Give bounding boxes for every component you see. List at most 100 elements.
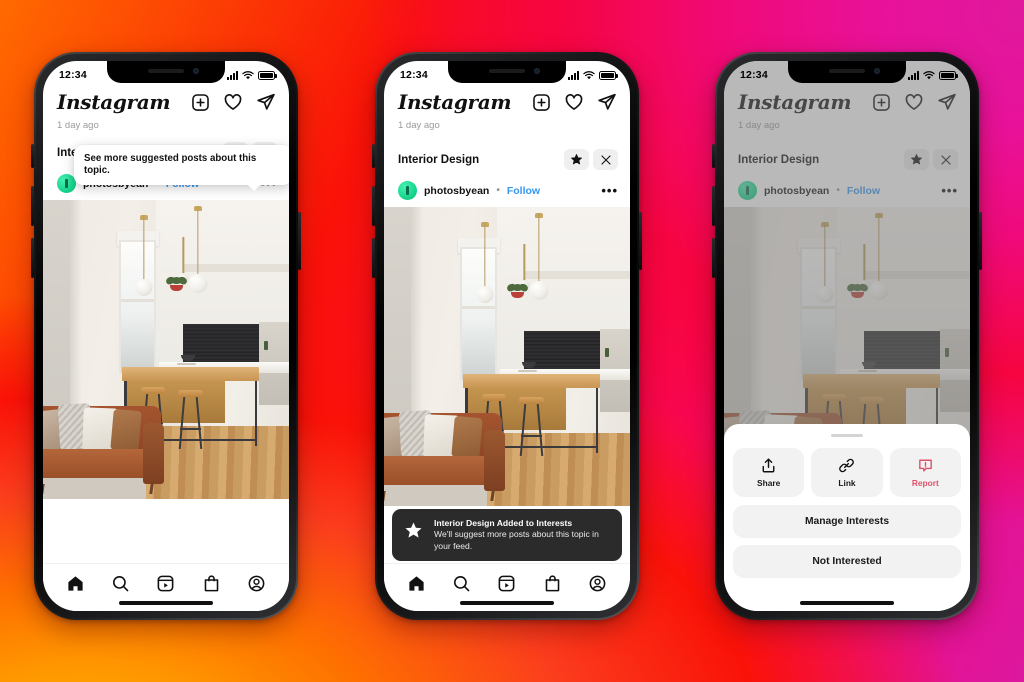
nav-home-icon[interactable] [407, 574, 426, 593]
interest-actions [564, 149, 618, 170]
silent-switch[interactable] [712, 144, 715, 168]
front-camera [534, 68, 540, 74]
volume-up-button[interactable] [712, 186, 715, 226]
signal-bars-icon [227, 70, 238, 80]
follow-button[interactable]: Follow [507, 185, 540, 197]
action-tiles: Share Link Report [733, 448, 961, 497]
header-actions [532, 92, 617, 112]
status-time: 12:34 [740, 69, 768, 81]
volume-up-button[interactable] [31, 186, 34, 226]
avatar[interactable] [398, 181, 417, 200]
home-indicator[interactable] [119, 601, 213, 605]
earpiece-speaker [148, 69, 184, 73]
nav-profile-icon[interactable] [588, 574, 607, 593]
phone-mockup-action-sheet: 12:34 Instagram [712, 52, 982, 620]
screenshot-stage: 12:34 Instagram 1 day ago See more sugge… [0, 0, 1024, 682]
phone-screen: 12:34 Instagram [724, 61, 970, 611]
toast-title: Interior Design Added to Interests [434, 517, 573, 528]
toast-text: Interior Design Added to Interests We'll… [434, 518, 611, 552]
power-button[interactable] [639, 212, 642, 270]
link-tile-label: Link [838, 478, 856, 488]
more-options-icon[interactable]: ••• [601, 184, 618, 197]
app-header: Instagram [384, 87, 630, 120]
share-tile-label: Share [757, 478, 781, 488]
post-image[interactable] [384, 207, 630, 513]
report-tile[interactable]: Report [889, 448, 961, 497]
new-post-icon[interactable] [532, 93, 551, 112]
battery-icon [599, 70, 618, 80]
silent-switch[interactable] [31, 144, 34, 168]
drag-handle[interactable] [831, 433, 863, 437]
activity-heart-icon[interactable] [223, 92, 243, 112]
interest-added-toast: Interior Design Added to Interests We'll… [392, 508, 622, 561]
nav-reels-icon[interactable] [156, 574, 175, 593]
earpiece-speaker [829, 69, 865, 73]
suggested-posts-tooltip[interactable]: See more suggested posts about this topi… [74, 145, 289, 192]
nav-profile-icon[interactable] [247, 574, 266, 593]
wifi-icon [242, 70, 254, 79]
app-header: Instagram [43, 87, 289, 120]
home-indicator[interactable] [460, 601, 554, 605]
volume-up-button[interactable] [372, 186, 375, 226]
status-time: 12:34 [400, 69, 428, 81]
nav-shop-icon[interactable] [202, 574, 221, 593]
direct-messages-icon[interactable] [256, 92, 276, 112]
phone-screen: 12:34 Instagram [43, 61, 289, 611]
instagram-logo[interactable]: Instagram [57, 90, 171, 114]
share-upload-icon [762, 458, 775, 473]
interest-topic-row: Interior Design [384, 133, 630, 179]
share-tile[interactable]: Share [733, 448, 805, 497]
manage-interests-button[interactable]: Manage Interests [733, 505, 961, 538]
volume-down-button[interactable] [372, 238, 375, 278]
new-post-icon[interactable] [191, 93, 210, 112]
post-timestamp: 1 day ago [57, 120, 99, 131]
nav-home-icon[interactable] [66, 574, 85, 593]
nav-search-icon[interactable] [452, 574, 471, 593]
star-filled-icon [405, 522, 422, 538]
power-button[interactable] [298, 212, 301, 270]
post-author-row: photosbyean • Follow ••• [384, 179, 630, 207]
wifi-icon [583, 70, 595, 79]
nav-shop-icon[interactable] [543, 574, 562, 593]
signal-bars-icon [568, 70, 579, 80]
header-actions [191, 92, 276, 112]
battery-icon [258, 70, 277, 80]
signal-bars-icon [908, 70, 919, 80]
phone-mockup-tooltip: 12:34 Instagram 1 day ago See more sugge… [31, 52, 301, 620]
instagram-logo[interactable]: Instagram [398, 90, 512, 114]
status-icons [568, 70, 618, 80]
nav-reels-icon[interactable] [497, 574, 516, 593]
notch [107, 61, 225, 83]
interest-topic-title: Interior Design [398, 153, 480, 166]
battery-icon [939, 70, 958, 80]
silent-switch[interactable] [372, 144, 375, 168]
link-chain-icon [839, 458, 855, 473]
wifi-icon [923, 70, 935, 79]
separator-dot: • [496, 185, 500, 196]
author-username[interactable]: photosbyean [424, 185, 489, 197]
home-indicator[interactable] [800, 601, 894, 605]
close-x-icon[interactable] [593, 149, 618, 170]
volume-down-button[interactable] [712, 238, 715, 278]
status-icons [227, 70, 277, 80]
phone-screen: 12:34 Instagram [384, 61, 630, 611]
nav-search-icon[interactable] [111, 574, 130, 593]
report-warning-icon [918, 459, 932, 472]
phone-mockup-toast: 12:34 Instagram 1 day ago Interior Desig… [372, 52, 642, 620]
report-tile-label: Report [911, 478, 939, 488]
status-icons [908, 70, 958, 80]
volume-down-button[interactable] [31, 238, 34, 278]
star-filled-icon[interactable] [564, 149, 589, 170]
power-button[interactable] [979, 212, 982, 270]
post-image[interactable] [43, 200, 289, 506]
status-time: 12:34 [59, 69, 87, 81]
direct-messages-icon[interactable] [597, 92, 617, 112]
activity-heart-icon[interactable] [564, 92, 584, 112]
post-timestamp: 1 day ago [398, 120, 440, 131]
front-camera [874, 68, 880, 74]
front-camera [193, 68, 199, 74]
link-tile[interactable]: Link [811, 448, 883, 497]
notch [448, 61, 566, 83]
post-options-action-sheet: Share Link Report Manage Interests Not I… [724, 423, 970, 611]
not-interested-button[interactable]: Not Interested [733, 545, 961, 578]
